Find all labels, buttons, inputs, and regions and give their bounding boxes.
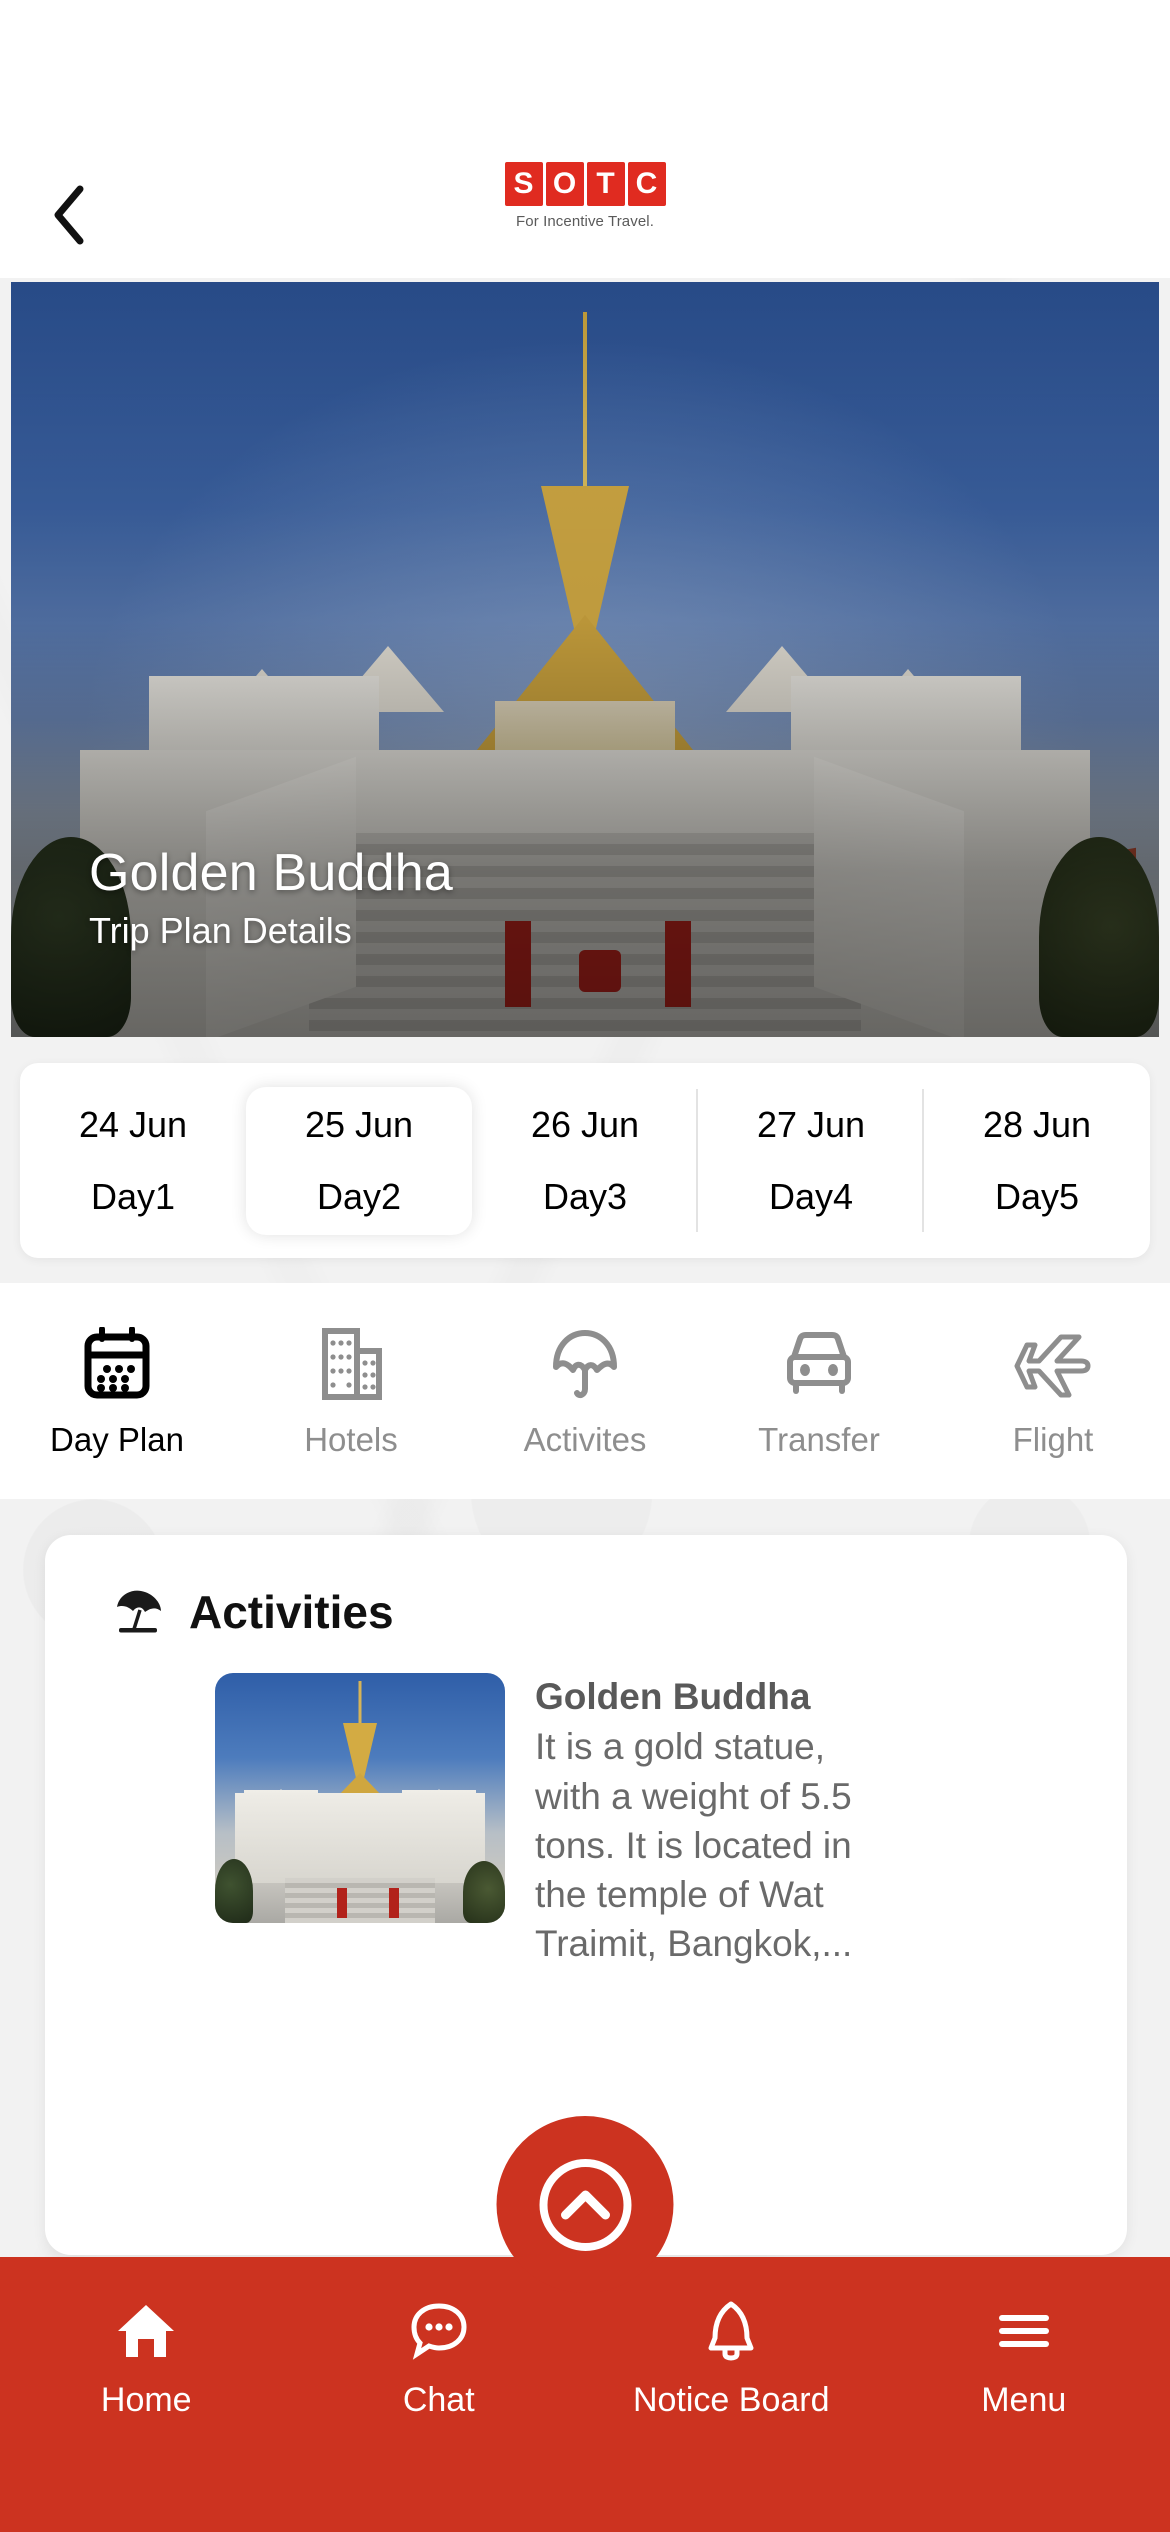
day-number: Day2 (316, 1175, 402, 1217)
hero-title: Golden Buddha (89, 844, 454, 903)
buildings-icon (315, 1327, 387, 1401)
tab-activites[interactable]: Activites (468, 1327, 702, 1456)
day-number: Day4 (768, 1175, 854, 1217)
activities-section-title: Activities (189, 1586, 394, 1638)
day-date: 25 Jun (304, 1103, 414, 1145)
airplane-icon (1013, 1327, 1093, 1401)
app-header: S O T C For Incentive Travel. (0, 0, 1170, 278)
logo-letter-s: S (504, 162, 543, 206)
chat-bubble-icon (408, 2299, 470, 2363)
scroll-up-fab[interactable] (496, 2116, 674, 2293)
car-icon (780, 1327, 858, 1401)
hero-subtitle: Trip Plan Details (89, 910, 352, 952)
thumb-staircase (284, 1878, 436, 1923)
thumb-red-sign-1 (336, 1888, 347, 1918)
tab-label: Activites (523, 1420, 647, 1458)
back-button[interactable] (18, 160, 122, 270)
tab-flight[interactable]: Flight (936, 1327, 1170, 1456)
chevron-up-circle-icon (539, 2158, 631, 2251)
tab-label: Transfer (758, 1420, 880, 1458)
category-tabbar: Day Plan Hotels Activites Transfer Fligh… (0, 1283, 1170, 1499)
tab-label: Day Plan (50, 1420, 184, 1458)
umbrella-icon (548, 1327, 622, 1401)
nav-label: Home (100, 2381, 192, 2419)
day-date: 24 Jun (78, 1103, 188, 1145)
activity-name: Golden Buddha (535, 1676, 811, 1717)
thumb-red-sign-2 (389, 1888, 399, 1918)
tab-transfer[interactable]: Transfer (702, 1327, 936, 1456)
tab-day-plan[interactable]: Day Plan (0, 1326, 234, 1458)
logo-letter-t: T (586, 162, 625, 206)
day-tab-1[interactable]: 24 Jun Day1 (20, 1063, 246, 1258)
day-date: 26 Jun (530, 1103, 640, 1145)
beach-umbrella-icon (113, 1587, 167, 1637)
day-selector: 24 Jun Day1 25 Jun Day2 26 Jun Day3 27 J… (20, 1063, 1150, 1258)
nav-label: Chat (402, 2381, 475, 2419)
activity-row[interactable]: Golden Buddha It is a gold statue, with … (45, 1637, 1127, 1968)
day-tab-2[interactable]: 25 Jun Day2 (246, 1086, 472, 1235)
nav-item-home[interactable]: Home (0, 2299, 293, 2417)
hero-banner: Golden Buddha Trip Plan Details (11, 282, 1159, 1037)
activities-header: Activities (45, 1535, 1127, 1637)
activity-text: Golden Buddha It is a gold statue, with … (535, 1673, 865, 1968)
nav-label: Menu (981, 2381, 1067, 2419)
nav-item-notice-board[interactable]: Notice Board (585, 2299, 878, 2417)
nav-item-chat[interactable]: Chat (293, 2299, 586, 2417)
home-icon (114, 2299, 178, 2363)
day-tab-4[interactable]: 27 Jun Day4 (698, 1063, 924, 1258)
calendar-icon (82, 1326, 152, 1401)
logo-tagline: For Incentive Travel. (516, 213, 654, 230)
day-date: 28 Jun (982, 1103, 1092, 1145)
day-tab-5[interactable]: 28 Jun Day5 (924, 1063, 1150, 1258)
logo-letter-c: C (627, 162, 666, 206)
tab-hotels[interactable]: Hotels (234, 1327, 468, 1456)
day-number: Day5 (994, 1175, 1080, 1217)
thumb-foliage-right (463, 1861, 505, 1923)
bottom-navigation: Home Chat Notice Board Menu (0, 2257, 1170, 2532)
chevron-left-icon (54, 185, 84, 245)
day-date: 27 Jun (756, 1103, 866, 1145)
thumb-white-base (235, 1793, 485, 1883)
activity-thumbnail[interactable] (215, 1673, 505, 1923)
nav-item-menu[interactable]: Menu (878, 2299, 1170, 2417)
day-number: Day3 (542, 1175, 628, 1217)
logo-letter-o: O (545, 162, 584, 206)
activity-description: It is a gold statue, with a weight of 5.… (535, 1726, 853, 1965)
hero-caption: Golden Buddha Trip Plan Details (89, 846, 453, 951)
nav-label: Notice Board (632, 2381, 830, 2419)
tab-label: Flight (1012, 1420, 1094, 1458)
day-number: Day1 (90, 1175, 176, 1217)
day-tab-3[interactable]: 26 Jun Day3 (472, 1063, 698, 1258)
app-root: S O T C For Incentive Travel. Golden Bud… (0, 0, 1170, 2532)
hamburger-menu-icon (995, 2299, 1053, 2363)
thumb-foliage-left (215, 1859, 253, 1923)
tab-label: Hotels (304, 1420, 398, 1458)
bell-icon (703, 2299, 759, 2363)
sotc-logo: S O T C For Incentive Travel. (455, 162, 715, 230)
logo-letter-row: S O T C (455, 162, 715, 206)
